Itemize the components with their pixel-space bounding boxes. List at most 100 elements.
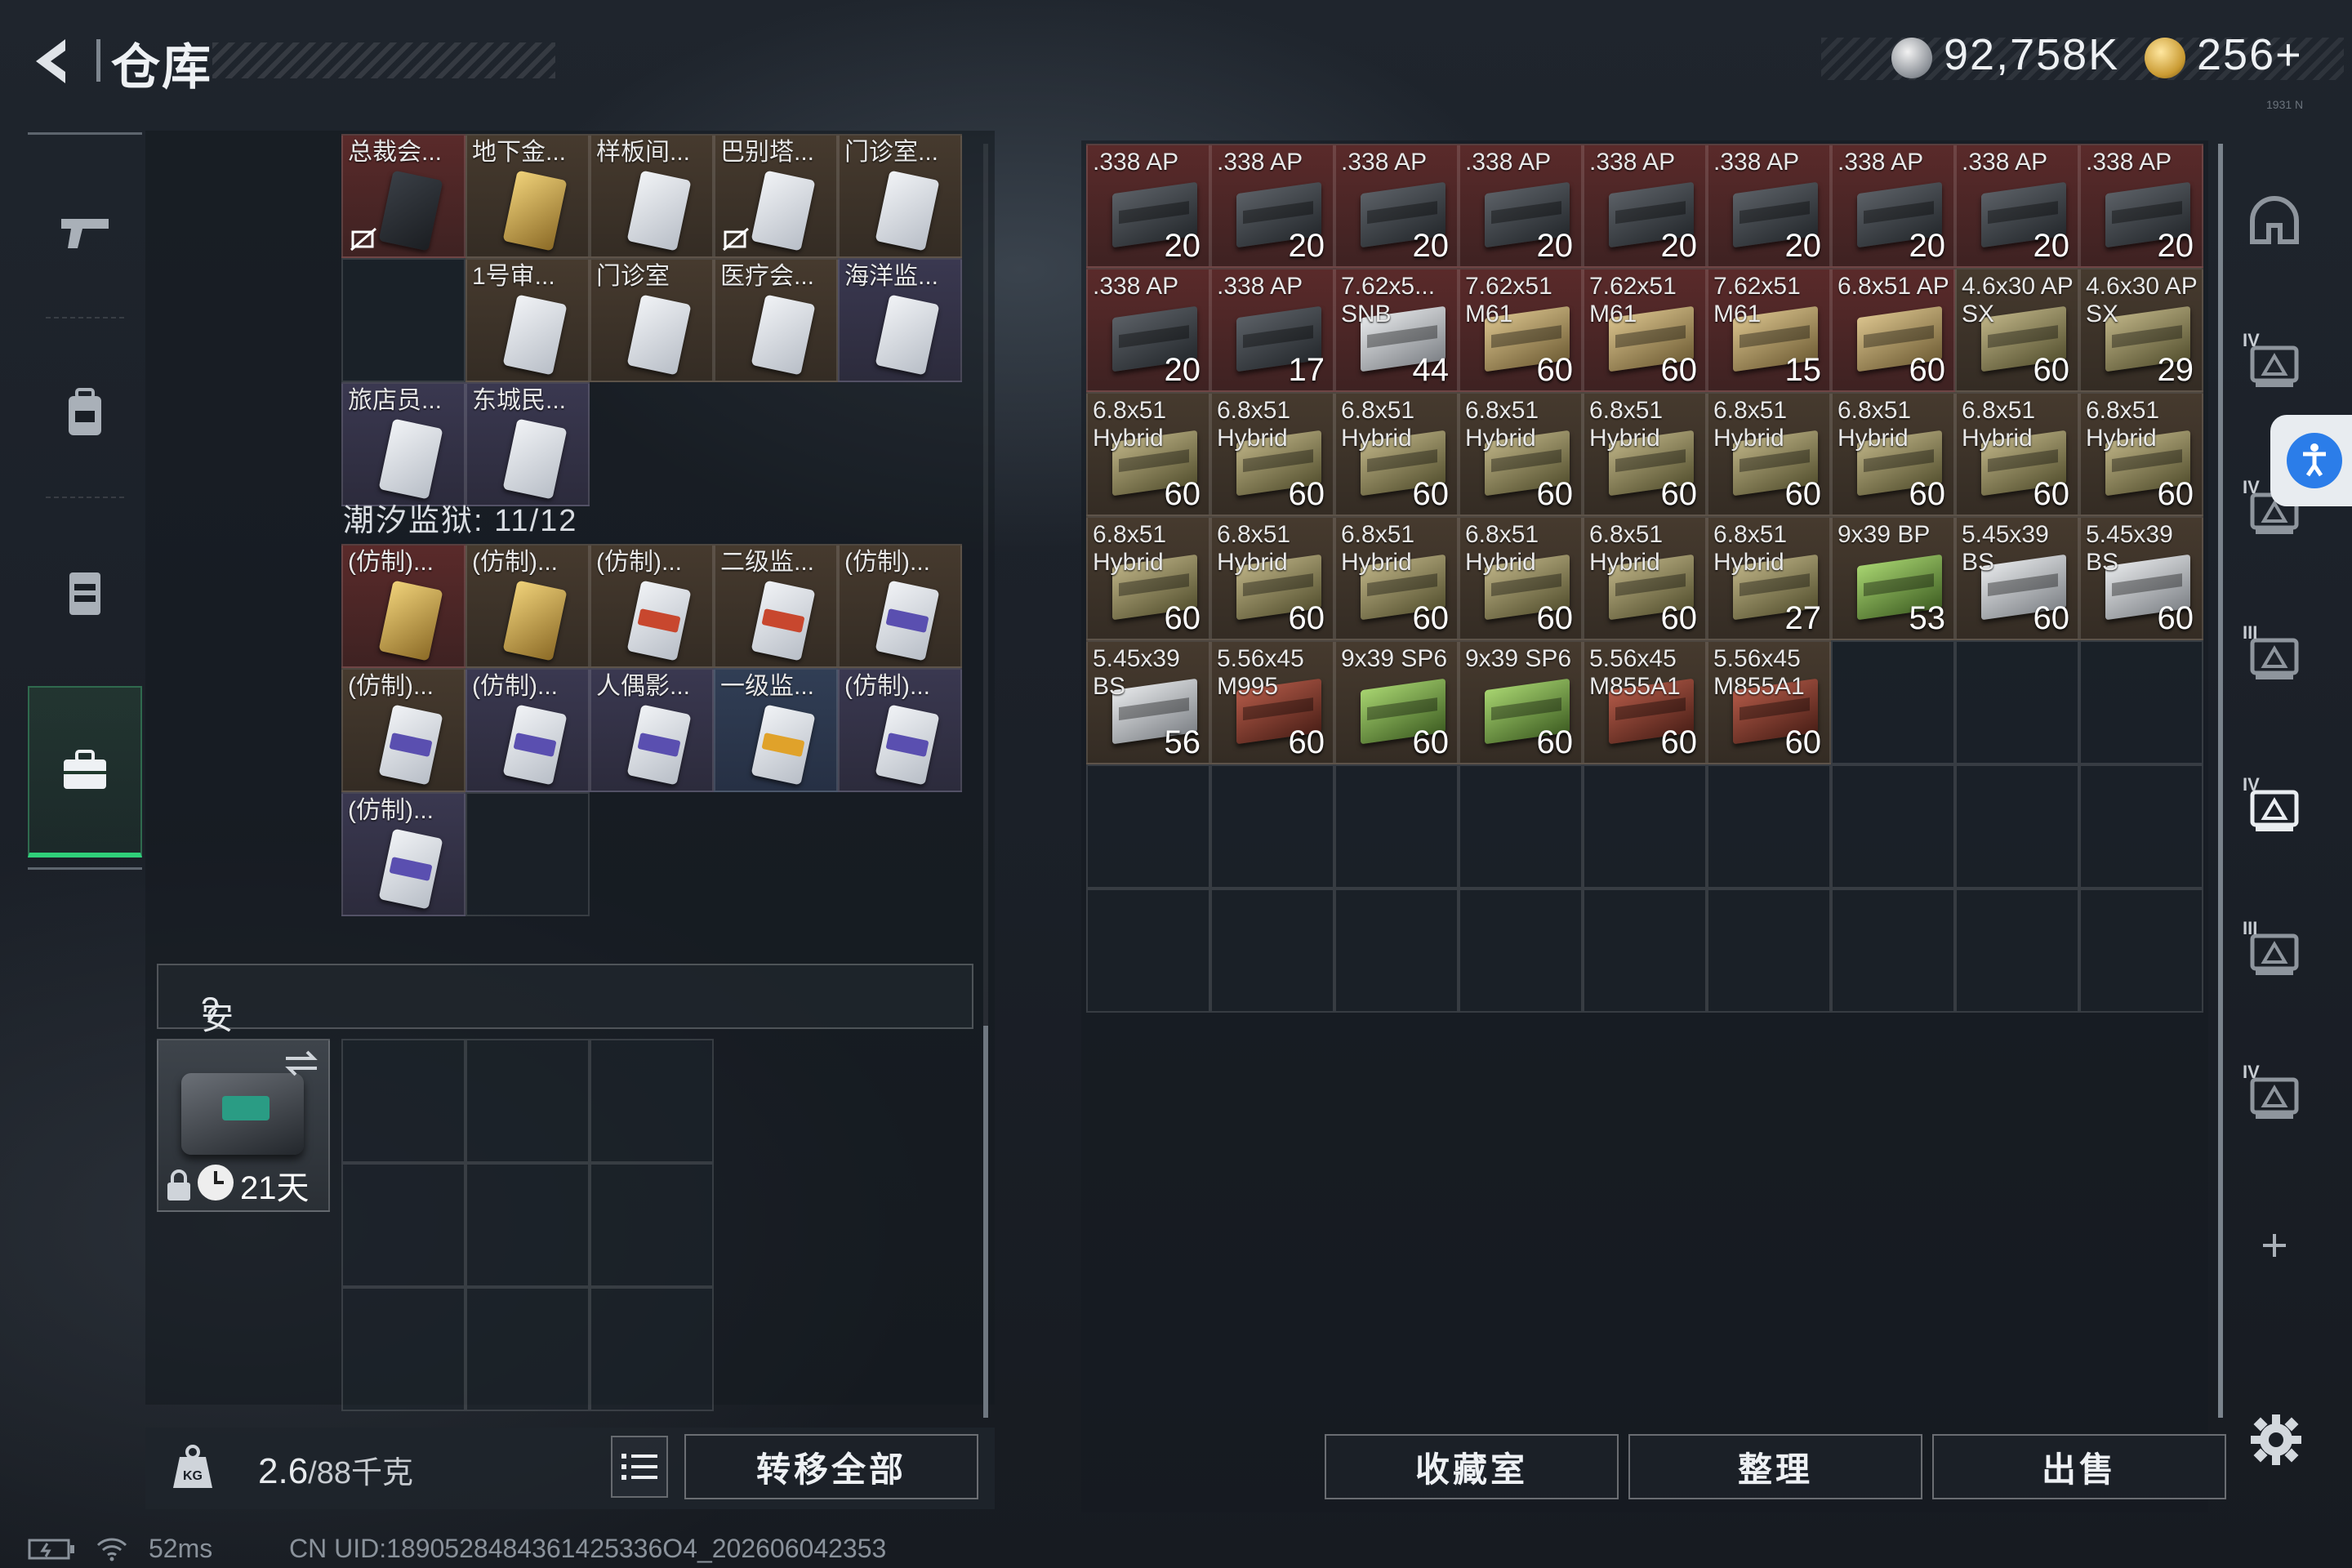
ammo-item[interactable]: 5.56x45 M855A1 60 (1583, 640, 1707, 764)
empty-slot[interactable] (1583, 764, 1707, 889)
nav-weapon-tab[interactable] (28, 188, 142, 278)
ammo-item[interactable]: 7.62x51 M61 60 (1583, 268, 1707, 392)
key-card-item[interactable]: 一级监... (714, 668, 838, 792)
empty-slot[interactable] (590, 1163, 714, 1287)
empty-slot[interactable] (341, 1039, 466, 1163)
left-scroll-thumb[interactable] (983, 1026, 988, 1418)
empty-slot[interactable] (1086, 889, 1210, 1013)
empty-slot[interactable] (1955, 640, 2079, 764)
empty-slot[interactable] (590, 1287, 714, 1411)
key-card-item[interactable]: 总裁会... (341, 134, 466, 258)
ammo-item[interactable]: 6.8x51 Hybrid 60 (1831, 392, 1955, 516)
right-nav-helmet[interactable] (2238, 185, 2311, 258)
ammo-item[interactable]: 6.8x51 Hybrid 60 (1707, 392, 1831, 516)
right-nav-vest-iii[interactable]: III (2238, 619, 2311, 693)
ammo-item[interactable]: 6.8x51 Hybrid 60 (1583, 392, 1707, 516)
ammo-item[interactable]: 4.6x30 AP SX 60 (1955, 268, 2079, 392)
empty-slot[interactable] (2079, 764, 2203, 889)
key-card-item[interactable]: 人偶影... (590, 668, 714, 792)
key-card-item[interactable]: (仿制)... (838, 668, 962, 792)
empty-slot[interactable] (1334, 889, 1459, 1013)
empty-slot[interactable] (1334, 764, 1459, 889)
empty-slot[interactable] (1459, 764, 1583, 889)
sort-button[interactable]: 整理 (1628, 1434, 1922, 1499)
empty-slot[interactable] (466, 1163, 590, 1287)
empty-slot[interactable] (341, 1163, 466, 1287)
key-card-item[interactable]: 医疗会... (714, 258, 838, 382)
collection-room-button[interactable]: 收藏室 (1325, 1434, 1619, 1499)
empty-slot[interactable] (1707, 764, 1831, 889)
nav-vest-tab[interactable] (28, 547, 142, 637)
key-card-item[interactable]: 海洋监... (838, 258, 962, 382)
empty-slot[interactable] (1707, 889, 1831, 1013)
empty-slot[interactable] (466, 792, 590, 916)
ammo-item[interactable]: .338 AP 20 (1831, 144, 1955, 268)
key-card-item[interactable]: (仿制)... (341, 792, 466, 916)
ammo-item[interactable]: .338 AP 20 (1583, 144, 1707, 268)
empty-slot[interactable] (466, 1287, 590, 1411)
ammo-item[interactable]: 6.8x51 Hybrid 60 (1955, 392, 2079, 516)
ammo-item[interactable]: 9x39 BP 53 (1831, 516, 1955, 640)
ammo-item[interactable]: 6.8x51 Hybrid 60 (2079, 392, 2203, 516)
ammo-item[interactable]: 5.56x45 M855A1 60 (1707, 640, 1831, 764)
ammo-item[interactable]: .338 AP 20 (1707, 144, 1831, 268)
transfer-all-button[interactable]: 转移全部 (684, 1434, 978, 1499)
ammo-item[interactable]: 6.8x51 Hybrid 27 (1707, 516, 1831, 640)
ammo-item[interactable]: .338 AP 20 (1086, 144, 1210, 268)
key-card-item[interactable]: 1号审... (466, 258, 590, 382)
ammo-item[interactable]: 9x39 SP6 60 (1334, 640, 1459, 764)
right-scroll-thumb[interactable] (2218, 144, 2223, 1418)
ammo-item[interactable]: 6.8x51 Hybrid 60 (1086, 516, 1210, 640)
ammo-item[interactable]: .338 AP 20 (1955, 144, 2079, 268)
ammo-item[interactable]: .338 AP 20 (2079, 144, 2203, 268)
ammo-item[interactable]: 5.45x39 BS 60 (1955, 516, 2079, 640)
ammo-item[interactable]: 6.8x51 Hybrid 60 (1334, 516, 1459, 640)
empty-slot[interactable] (1955, 764, 2079, 889)
empty-slot[interactable] (1831, 764, 1955, 889)
key-card-item[interactable]: (仿制)... (466, 668, 590, 792)
key-card-item[interactable]: (仿制)... (590, 544, 714, 668)
ammo-item[interactable]: 6.8x51 Hybrid 60 (1459, 392, 1583, 516)
key-card-item[interactable]: 东城民... (466, 382, 590, 506)
key-card-item[interactable]: 巴别塔... (714, 134, 838, 258)
safe-box-item[interactable]: 21天 (157, 1039, 330, 1212)
ammo-item[interactable]: 7.62x5... SNB 44 (1334, 268, 1459, 392)
empty-slot[interactable] (341, 258, 466, 382)
swap-icon[interactable] (281, 1047, 322, 1080)
empty-slot[interactable] (1955, 889, 2079, 1013)
ammo-item[interactable]: 6.8x51 Hybrid 60 (1210, 516, 1334, 640)
right-nav-armor-iv[interactable]: IV (2238, 327, 2311, 400)
key-card-item[interactable]: 样板间... (590, 134, 714, 258)
ammo-item[interactable]: 6.8x51 Hybrid 60 (1583, 516, 1707, 640)
help-icon[interactable]: ? (201, 991, 220, 1028)
ammo-item[interactable]: 7.62x51 M61 15 (1707, 268, 1831, 392)
ammo-item[interactable]: .338 AP 20 (1334, 144, 1459, 268)
right-nav-case-iv[interactable]: IV (2238, 771, 2311, 844)
key-card-item[interactable]: (仿制)... (838, 544, 962, 668)
ammo-item[interactable]: 6.8x51 Hybrid 60 (1459, 516, 1583, 640)
empty-slot[interactable] (1831, 640, 1955, 764)
empty-slot[interactable] (2079, 640, 2203, 764)
settings-gear-icon[interactable] (2247, 1411, 2305, 1468)
ammo-item[interactable]: 5.56x45 M995 60 (1210, 640, 1334, 764)
empty-slot[interactable] (2079, 889, 2203, 1013)
empty-slot[interactable] (1583, 889, 1707, 1013)
right-nav-case-iii[interactable]: III (2238, 915, 2311, 988)
list-view-button[interactable] (611, 1436, 668, 1498)
add-category-button[interactable] (2238, 1209, 2311, 1282)
ammo-item[interactable]: 6.8x51 Hybrid 60 (1210, 392, 1334, 516)
ammo-item[interactable]: 5.45x39 BS 56 (1086, 640, 1210, 764)
gold-currency-value[interactable]: 256+ (2197, 29, 2303, 80)
ammo-item[interactable]: .338 AP 20 (1459, 144, 1583, 268)
accessibility-button[interactable] (2270, 415, 2352, 506)
key-card-item[interactable]: 地下金... (466, 134, 590, 258)
sell-button[interactable]: 出售 (1932, 1434, 2226, 1499)
ammo-item[interactable]: .338 AP 20 (1086, 268, 1210, 392)
right-nav-box-iv[interactable]: IV (2238, 1058, 2311, 1132)
key-card-item[interactable]: (仿制)... (341, 544, 466, 668)
ammo-item[interactable]: 6.8x51 AP 60 (1831, 268, 1955, 392)
ammo-item[interactable]: 4.6x30 AP SX 29 (2079, 268, 2203, 392)
empty-slot[interactable] (1459, 889, 1583, 1013)
key-card-item[interactable]: 门诊室 (590, 258, 714, 382)
right-scrollbar[interactable] (2218, 144, 2223, 1418)
